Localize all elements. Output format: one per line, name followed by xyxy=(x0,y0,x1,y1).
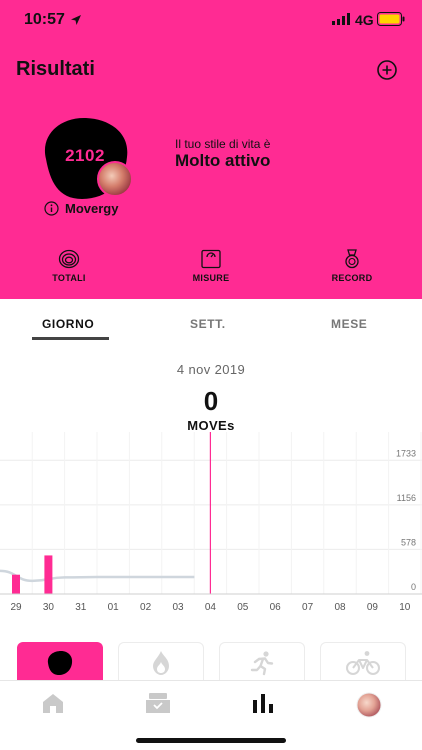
tab-mese[interactable]: MESE xyxy=(331,317,367,331)
x-tick-label: 03 xyxy=(172,602,184,613)
active-tab-indicator xyxy=(32,337,109,340)
medal-icon xyxy=(345,249,359,269)
home-icon xyxy=(43,694,63,713)
activity-tile-running[interactable] xyxy=(219,642,305,680)
scale-icon xyxy=(201,249,221,269)
activity-tile-movergy[interactable] xyxy=(17,642,103,680)
y-tick-label: 578 xyxy=(401,537,416,547)
moves-value: 0 xyxy=(203,386,219,416)
add-button[interactable] xyxy=(377,60,397,80)
cycling-icon xyxy=(346,651,380,675)
tab-stats[interactable] xyxy=(243,692,283,718)
x-tick-label: 07 xyxy=(302,602,314,613)
tab-profile[interactable] xyxy=(349,692,389,718)
x-tick-label: 05 xyxy=(237,602,249,613)
moves-unit: MOVEs xyxy=(187,418,235,433)
quick-nav-misure[interactable]: MISURE xyxy=(166,249,256,283)
quick-nav-label: RECORD xyxy=(331,273,373,283)
x-tick-label: 30 xyxy=(43,602,55,613)
info-icon xyxy=(44,200,59,216)
quick-nav-label: TOTALI xyxy=(52,273,86,283)
status-bar: 10:57 4G xyxy=(0,0,422,40)
y-tick-label: 1733 xyxy=(396,448,416,458)
home-indicator xyxy=(136,738,286,743)
x-tick-label: 10 xyxy=(399,602,411,613)
activity-tile-calories[interactable] xyxy=(118,642,204,680)
inbox-icon xyxy=(146,693,170,713)
x-tick-label: 06 xyxy=(270,602,282,613)
quick-nav-totali[interactable]: TOTALI xyxy=(24,249,114,283)
x-tick-label: 08 xyxy=(334,602,346,613)
lifestyle-value: Molto attivo xyxy=(175,151,271,170)
network-label: 4G xyxy=(355,12,374,28)
x-tick-label: 29 xyxy=(10,602,22,613)
y-tick-label: 0 xyxy=(411,582,416,592)
selected-date: 4 nov 2019 xyxy=(176,362,246,377)
tab-sett[interactable]: SETT. xyxy=(190,317,226,331)
x-tick-label: 31 xyxy=(75,602,87,613)
status-time: 10:57 xyxy=(24,11,65,28)
avatar[interactable] xyxy=(97,161,133,197)
chart-bar xyxy=(12,574,20,594)
tab-giorno[interactable]: GIORNO xyxy=(42,317,94,331)
flame-icon xyxy=(153,651,169,675)
tab-inbox[interactable] xyxy=(138,692,178,718)
location-arrow-icon xyxy=(71,15,81,25)
battery-icon xyxy=(377,12,405,26)
stats-icon xyxy=(253,694,273,713)
running-icon xyxy=(250,651,274,676)
x-tick-label: 01 xyxy=(108,602,120,613)
quick-nav-record[interactable]: RECORD xyxy=(307,249,397,283)
movergy-info[interactable]: Movergy xyxy=(44,199,118,217)
lifestyle-caption: Il tuo stile di vita è xyxy=(175,137,271,151)
daily-moves-chart[interactable]: 1733 1156 578 0 29 30 31 01 02 03 04 05 06 07 08 09 10 xyxy=(0,432,422,622)
x-tick-label: 04 xyxy=(205,602,217,613)
profile-icon xyxy=(356,692,382,718)
tab-home[interactable] xyxy=(33,692,73,718)
signal-icon xyxy=(332,13,350,25)
x-tick-label: 09 xyxy=(367,602,379,613)
y-tick-label: 1156 xyxy=(397,493,416,503)
blob-icon xyxy=(47,651,73,675)
spiral-icon xyxy=(58,249,80,269)
quick-nav-label: MISURE xyxy=(192,273,230,283)
x-tick-label: 02 xyxy=(140,602,152,613)
movergy-label: Movergy xyxy=(65,200,119,216)
activity-tile-cycling[interactable] xyxy=(320,642,406,680)
chart-bar xyxy=(44,555,53,594)
page-title: Risultati xyxy=(16,58,95,80)
